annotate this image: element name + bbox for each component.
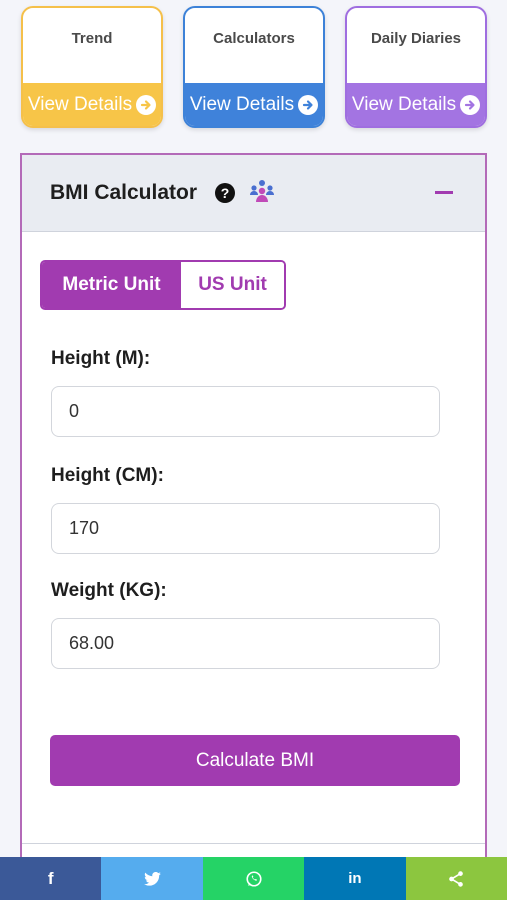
help-icon[interactable]: ? (215, 183, 236, 203)
card-title: Daily Diaries (370, 30, 462, 47)
height-cm-label: Height (CM): (51, 465, 164, 486)
height-m-input[interactable] (51, 386, 440, 437)
linkedin-share-button[interactable]: in (304, 857, 406, 900)
share-icon (449, 870, 464, 887)
view-details-label: View Details (27, 93, 133, 115)
collapse-minus-icon[interactable] (435, 191, 453, 194)
share-button[interactable] (405, 857, 507, 900)
card-title: Trend (71, 30, 113, 47)
team-people-icon (249, 179, 275, 208)
twitter-share-button[interactable] (101, 857, 203, 900)
arrow-right-icon (136, 94, 157, 115)
calculators-view-details-button[interactable]: View Details (185, 83, 323, 126)
view-details-label: View Details (351, 93, 457, 115)
height-cm-input[interactable] (51, 503, 440, 554)
tab-metric-unit[interactable]: Metric Unit (42, 262, 181, 308)
weight-kg-input[interactable] (51, 618, 440, 669)
trend-view-details-button[interactable]: View Details (23, 83, 161, 126)
calculators-card[interactable]: Calculators View Details (183, 6, 325, 128)
daily-diaries-card[interactable]: Daily Diaries View Details (345, 6, 487, 128)
tab-us-unit[interactable]: US Unit (181, 262, 284, 308)
social-share-bar: f in (0, 857, 507, 900)
facebook-share-button[interactable]: f (0, 857, 102, 900)
trend-card[interactable]: Trend View Details (21, 6, 163, 128)
calculate-bmi-button[interactable]: Calculate BMI (50, 735, 460, 786)
diaries-view-details-button[interactable]: View Details (347, 83, 485, 126)
arrow-right-icon (298, 94, 319, 115)
divider (22, 843, 485, 844)
dashboard-cards: Trend View Details Calculators View Deta… (21, 6, 487, 128)
arrow-right-icon (460, 94, 481, 115)
bmi-calculator-panel: BMI Calculator ? Metric Unit US Unit Hei… (20, 153, 487, 900)
height-m-label: Height (M): (51, 348, 151, 369)
panel-title: BMI Calculator (50, 181, 198, 204)
panel-header[interactable]: BMI Calculator ? (22, 155, 485, 232)
facebook-icon: f (47, 868, 54, 888)
twitter-bird-icon (143, 871, 161, 886)
weight-kg-label: Weight (KG): (51, 580, 167, 601)
whatsapp-share-button[interactable] (202, 857, 305, 900)
view-details-label: View Details (189, 93, 295, 115)
unit-toggle: Metric Unit US Unit (40, 260, 286, 310)
card-title: Calculators (213, 30, 295, 47)
linkedin-icon: in (348, 870, 362, 887)
whatsapp-icon (245, 870, 262, 887)
